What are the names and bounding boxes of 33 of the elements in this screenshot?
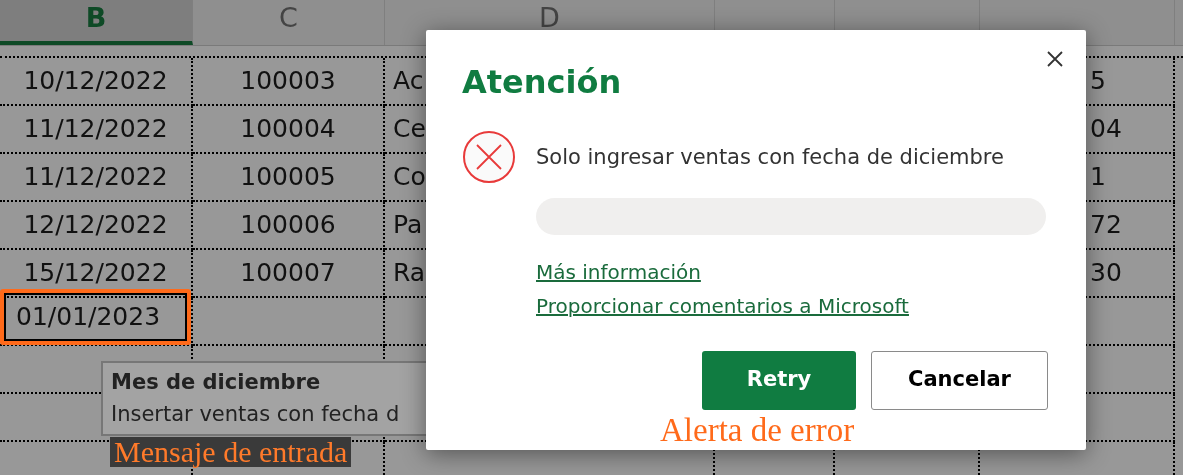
table-cell-text: 12/12/2022 [23,209,168,242]
table-cell-text: Ce [393,113,426,146]
tooltip-title: Mes de diciembre [111,369,322,396]
table-cell-text: 100003 [240,65,336,98]
table-cell-text: 72 [1090,209,1122,242]
table-cell-text: 10/12/2022 [23,65,168,98]
annotation-label: Alerta de error [660,414,855,447]
table-cell-text: 100007 [240,257,336,290]
table-cell-text: Ra [393,257,426,290]
retry-button[interactable]: Retry [702,350,856,410]
dialog-title: Atención [462,62,623,102]
table-cell-text: 1 [1090,161,1106,194]
table-cell-text: Ac [393,65,424,98]
error-message: Solo ingresar ventas con fecha de diciembre [536,144,1005,171]
close-icon [1046,50,1064,68]
tooltip-text: Insertar ventas con fecha d [111,400,401,428]
table-cell-text: 11/12/2022 [23,161,168,194]
annotation-label: Mensaje de entrada [110,437,352,467]
table-cell-text: 100004 [240,113,336,146]
table-cell-text: Co [393,161,426,194]
error-icon [462,130,516,184]
cancel-button[interactable]: Cancelar [871,350,1048,410]
table-cell-text: 100005 [240,161,336,194]
link[interactable]: Más información [536,256,701,287]
active-cell[interactable]: 01/01/2023 [0,289,191,345]
table-cell-text: 15/12/2022 [23,257,168,290]
table-cell-text: 30 [1090,257,1122,290]
table-cell-text: 11/12/2022 [23,113,168,146]
link[interactable]: Proporcionar comentarios a Microsoft [536,290,909,321]
table-cell-text: 5 [1090,65,1106,98]
table-cell-text: 100006 [240,209,336,242]
table-cell-text: 04 [1090,113,1122,146]
table-cell-text: Pa [393,209,423,242]
